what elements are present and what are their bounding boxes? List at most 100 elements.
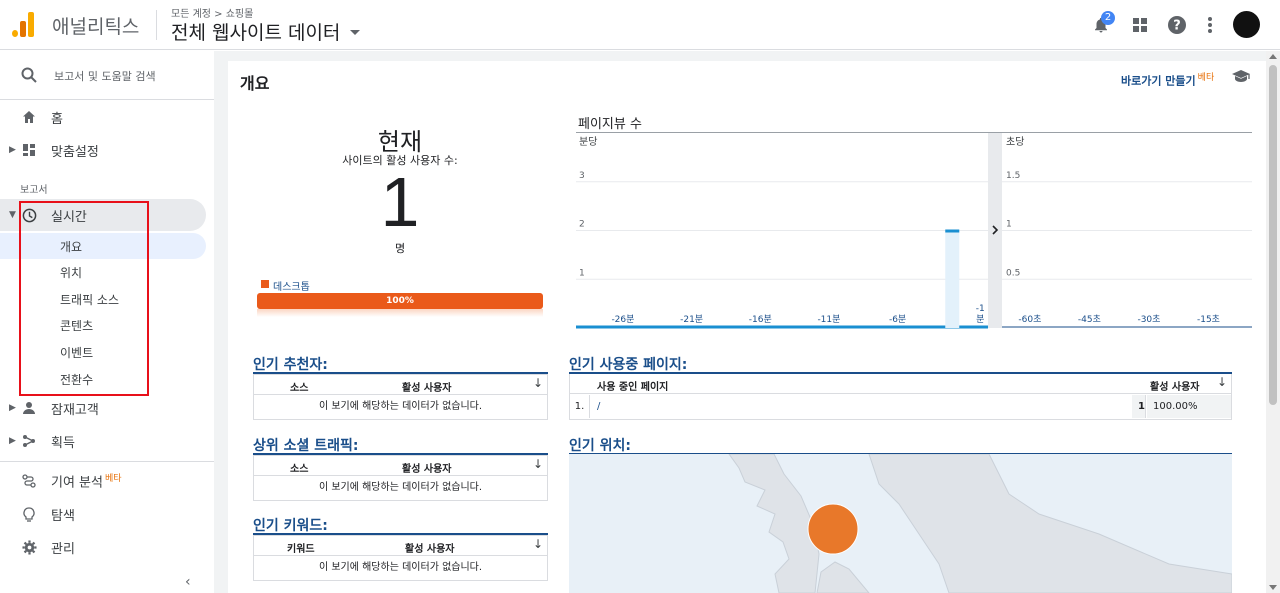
empty-message: 이 보기에 해당하는 데이터가 없습니다. [318,482,483,493]
property-selector[interactable]: 전체 웹사이트 데이터 [171,18,340,45]
location-map[interactable] [569,454,1232,593]
x-tick-label: -21분 [680,314,703,325]
top-header: 애널리틱스 모든 계정 > 쇼핑몰 전체 웹사이트 데이터 2 ? [0,0,1280,50]
app-name[interactable]: 애널리틱스 [52,12,139,39]
analytics-logo-icon[interactable] [12,11,36,37]
per-minute-label: 분당 [579,136,597,148]
per-second-label: 초당 [1006,136,1024,148]
attribution-icon [20,472,38,490]
column-header-active-users[interactable]: 활성 사용자 [405,540,454,555]
bar-cap [945,229,960,233]
column-header-source[interactable]: 소스 [290,379,308,394]
x-tick-label: -11분 [817,314,840,325]
row-rank: 1. [570,395,590,418]
empty-message: 이 보기에 해당하는 데이터가 없습니다. [318,401,483,412]
shortcut-label: 바로가기 만들기 [1121,74,1196,88]
sidebar-item-discover[interactable]: 탐색 [0,501,214,527]
top-keywords-title: 인기 키워드: [253,518,328,534]
beta-badge: 베타 [1197,73,1215,83]
top-social-title: 상위 소셜 트래픽: [253,438,359,454]
sort-down-arrow-icon[interactable]: ↓ [533,457,543,471]
bar [945,230,960,328]
x-tick-label: -45초 [1078,314,1101,325]
scroll-up-arrow-icon[interactable] [1269,54,1277,59]
empty-message: 이 보기에 해당하는 데이터가 없습니다. [318,562,483,573]
table-header: 소스 활성 사용자 ↓ [254,456,547,476]
scroll-down-arrow-icon[interactable] [1269,585,1277,590]
sidebar-label: 획득 [51,435,75,451]
svg-text:?: ? [1173,19,1181,34]
top-pages-table: 사용 중인 페이지 활성 사용자 ↓ 1. / 1 100.00% [569,374,1232,420]
row-percent: 100.00% [1147,395,1231,418]
device-bar-shadow [257,309,543,317]
sidebar-label: 탐색 [51,508,75,524]
table-row[interactable]: 1. / 1 100.00% [570,395,1231,418]
highlight-annotation-box [19,201,149,396]
chart-separator [988,133,1002,328]
page-title: 개요 [240,74,270,93]
sidebar-item-admin[interactable]: 관리 [0,534,214,560]
sort-down-arrow-icon[interactable]: ↓ [1217,375,1227,389]
table-header: 키워드 활성 사용자 ↓ [254,536,547,556]
attribution-label: 기여 분석 [51,475,103,491]
scroll-thumb[interactable] [1269,65,1277,405]
top-referrals-table: 소스 활성 사용자 ↓ 이 보기에 해당하는 데이터가 없습니다. [253,374,548,420]
y-tick-label: 2 [579,220,585,230]
collapse-chevron-icon[interactable]: ‹ [185,574,191,590]
sidebar-divider [0,461,214,462]
table-header: 소스 활성 사용자 ↓ [254,375,547,395]
top-locations-title: 인기 위치: [569,438,631,454]
location-marker[interactable] [807,503,859,555]
map-land [728,454,1232,593]
header-divider [156,10,157,40]
x-tick-label: -15초 [1197,314,1220,325]
sidebar-item-attribution[interactable]: 기여 분석 베타 [0,468,214,494]
create-shortcut-link[interactable]: 바로가기 만들기 베타 [1121,70,1214,89]
sidebar-item-customization[interactable]: ▶ 맞춤설정 [0,137,214,163]
dashboard-icon [20,141,38,159]
page-scrollbar[interactable] [1266,51,1280,593]
graduation-cap-icon[interactable] [1231,68,1251,82]
column-header-active-users[interactable]: 활성 사용자 [402,379,451,394]
column-header-source[interactable]: 소스 [290,460,308,475]
caret-right-icon: ▶ [9,403,16,413]
pageviews-chart: 분당 초당 3 2 1 -26분 -21분 -16분 -11분 -6분 -1분 1.5 1 0.5 -… [576,133,1252,329]
gear-icon [20,538,38,556]
home-icon [20,108,38,126]
help-icon[interactable]: ? [1165,13,1189,37]
x-tick-label: -6분 [889,314,906,325]
sidebar-item-acquisition[interactable]: ▶ 획득 [0,428,214,454]
sidebar-label: 홈 [51,111,63,127]
column-header-keyword[interactable]: 키워드 [287,540,315,555]
sidebar-search[interactable]: 보고서 및 도움말 검색 [0,51,214,100]
apps-grid-icon[interactable] [1128,13,1152,37]
person-icon [20,399,38,417]
x-tick-label: -1 [976,304,985,314]
caret-down-icon[interactable] [350,30,360,35]
x-tick-label: 분 [976,314,984,325]
sidebar-item-home[interactable]: 홈 [0,104,214,130]
table-header: 사용 중인 페이지 활성 사용자 ↓ [570,374,1231,394]
column-header-active-page[interactable]: 사용 중인 페이지 [597,378,668,393]
pageviews-title: 페이지뷰 수 [578,117,642,132]
sidebar: 보고서 및 도움말 검색 홈 ▶ 맞춤설정 보고서 ▼ 실시간 개요 위치 트래… [0,51,214,593]
avatar[interactable] [1233,11,1260,38]
acquisition-icon [20,432,38,450]
sidebar-label: 관리 [51,541,75,557]
sort-down-arrow-icon[interactable]: ↓ [533,537,543,551]
search-label: 보고서 및 도움말 검색 [54,70,156,83]
sidebar-label: 잠재고객 [51,402,99,418]
x-tick-label: -16분 [749,314,772,325]
page-path-link[interactable]: / [597,395,600,418]
caret-down-icon: ▼ [9,210,16,220]
y-tick-label: 1.5 [1006,171,1020,181]
more-vert-icon[interactable] [1198,13,1222,37]
beta-badge: 베타 [104,474,122,485]
column-header-active-users[interactable]: 활성 사용자 [402,460,451,475]
active-users-count: 1 [380,163,420,241]
sidebar-item-audience[interactable]: ▶ 잠재고객 [0,395,214,421]
sort-down-arrow-icon[interactable]: ↓ [533,376,543,390]
column-header-active-users[interactable]: 활성 사용자 [1150,378,1199,393]
search-icon [20,66,38,84]
row-count: 1 [1132,395,1146,418]
